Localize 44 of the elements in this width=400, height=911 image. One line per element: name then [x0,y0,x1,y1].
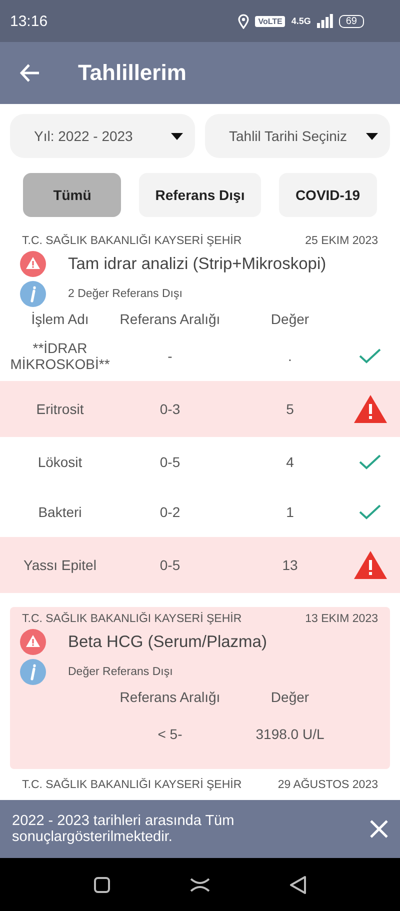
column-header: Referans Aralığı [118,310,222,329]
result-date: 29 AĞUSTOS 2023 [278,779,378,791]
filter-dropdown[interactable]: Tahlil Tarihi Seçiniz [205,114,390,158]
test-name: Bakteri [37,504,83,520]
result-value: 13 [281,557,299,573]
result-date: 13 EKIM 2023 [305,613,378,625]
reference-range: 0-2 [158,504,182,520]
reference-range: 0-5 [158,454,182,470]
result-value: 5 [285,401,295,417]
volte-badge: VoLTE [255,16,286,26]
result-value: 3198.0 U/L [254,726,326,742]
filter-chip[interactable]: COVID-19 [278,173,377,217]
test-name: Lökosit [36,454,84,470]
result-card[interactable]: T.C. SAĞLIK BAKANLIĞI KAYSERİ ŞEHİR 13 EKIM 2023 Beta HCG (Serum/Plazma) Değer Referans Dışı Referans Aralığı Değer < 5- 3198.0 U/L [10,607,390,769]
institution-name: T.C. SAĞLIK BAKANLIĞI KAYSERİ ŞEHİR [22,235,242,247]
battery-level: 69 [338,14,364,28]
column-header: Değer [270,688,310,707]
result-date: 25 EKIM 2023 [305,235,378,247]
reference-range: < 5- [156,726,184,742]
test-name: Eritrosit [35,401,85,417]
institution-name: T.C. SAĞLIK BAKANLIĞI KAYSERİ ŞEHİR [22,779,242,791]
network-type: 4.5G [291,16,311,26]
status-time: 13:16 [10,12,49,30]
institution-name: T.C. SAĞLIK BAKANLIĞI KAYSERİ ŞEHİR [22,613,242,625]
filter-dropdown[interactable]: Yıl: 2022 - 2023 [10,114,195,158]
test-name: **İDRAR MİKROSKOBİ** [10,340,110,372]
result-value: 1 [285,504,295,520]
out-of-range-note: 2 Değer Referans Dışı [68,288,182,300]
test-title: Tam idrar analizi (Strip+Mikroskopi) [68,254,326,274]
reference-range: - [166,348,174,364]
snackbar-message: 2022 - 2023 tarihleri arasında Tüm sonuçlargösterilmektedir. [12,813,236,845]
result-value: . [287,348,293,364]
column-header: Referans Aralığı [118,688,222,707]
result-value: 4 [285,454,295,470]
test-name: Yassı Epitel [22,557,98,573]
test-title: Beta HCG (Serum/Plazma) [68,632,267,652]
column-header: Değer [270,310,310,329]
reference-range: 0-3 [158,401,182,417]
reference-range: 0-5 [158,557,182,573]
out-of-range-note: Değer Referans Dışı [68,666,173,678]
column-header: İşlem Adı [30,310,90,329]
filter-chip[interactable]: Referans Dışı [139,173,261,217]
filter-chip[interactable]: Tümü [23,173,122,217]
page-title: Tahlillerim [78,60,186,86]
